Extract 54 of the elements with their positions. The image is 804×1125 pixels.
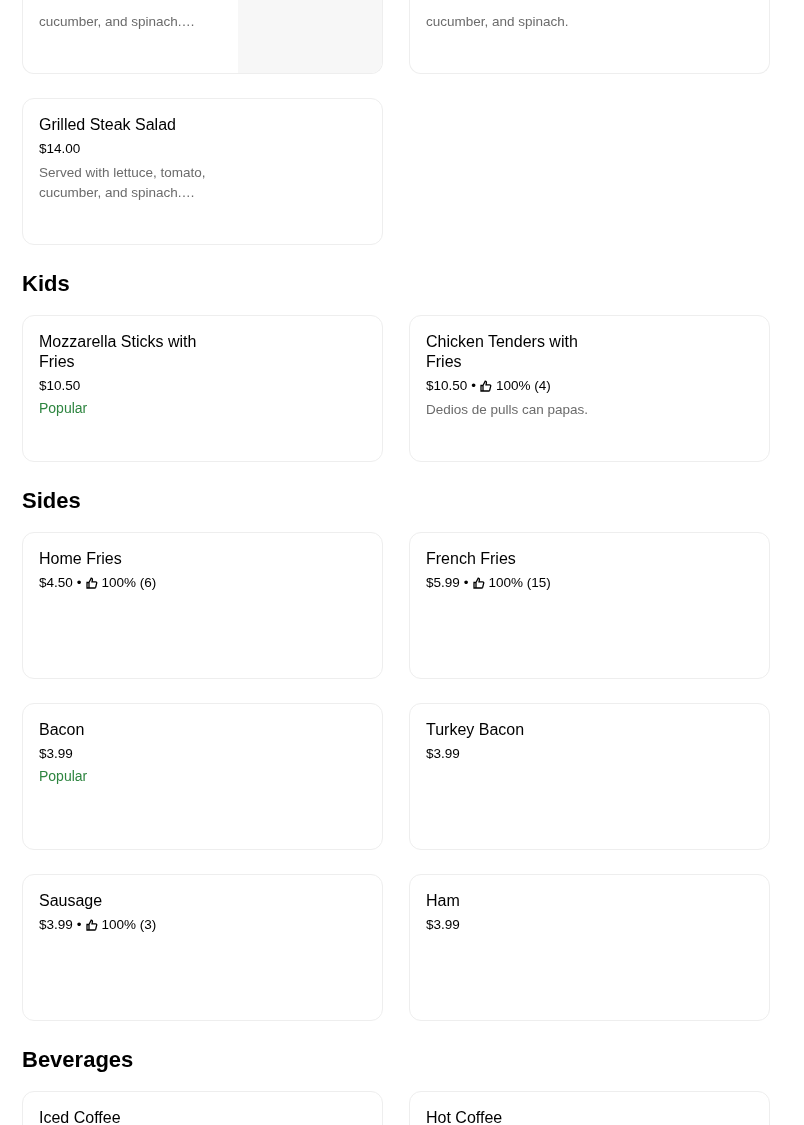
item-price: $4.50 — [39, 574, 73, 592]
separator-dot: • — [471, 377, 477, 395]
item-description: Served with lettuce, tomato, cucumber, and spinach.… — [39, 164, 207, 202]
section-heading: Kids — [22, 271, 71, 297]
item-name: Sausage — [39, 891, 103, 911]
popular-tag: Popular — [39, 766, 88, 786]
item-rating: 100% (3) — [101, 916, 157, 934]
menu-item-card[interactable]: Bacon $3.99 Popular — [22, 703, 383, 850]
item-name: Grilled Steak Salad — [39, 115, 176, 135]
item-price: $3.99 — [39, 745, 73, 763]
item-price: $10.50 — [39, 377, 81, 395]
thumbs-up-icon — [480, 380, 493, 392]
menu-item-card[interactable]: French Fries $5.99 • 100% (15) — [409, 532, 770, 679]
separator-dot: • — [76, 916, 82, 934]
item-name: French Fries — [426, 549, 516, 569]
item-rating: 100% (4) — [496, 377, 551, 395]
item-rating: 100% (15) — [488, 574, 551, 592]
item-price: $14.00 — [39, 140, 81, 158]
item-name: Mozzarella Sticks with Fries — [39, 332, 198, 372]
item-name: Home Fries — [39, 549, 122, 569]
menu-item-card[interactable]: Iced Coffee — [22, 1091, 383, 1125]
item-name: Iced Coffee — [39, 1108, 121, 1125]
menu-item-card[interactable]: Turkey Bacon $3.99 — [409, 703, 770, 850]
menu-item-card[interactable]: Mozzarella Sticks with Fries $10.50 Popular — [22, 315, 383, 462]
item-price: $5.99 — [426, 574, 460, 592]
separator-dot: • — [463, 574, 469, 592]
menu-item-card[interactable]: cucumber, and spinach.… — [22, 0, 383, 74]
item-name: Hot Coffee — [426, 1108, 503, 1125]
menu-item-card[interactable]: Chicken Tenders with Fries $10.50 • 100% (4) Dedios de pulls can papas. — [409, 315, 770, 462]
item-price: $10.50 — [426, 377, 468, 395]
item-rating: 100% (6) — [101, 574, 157, 592]
menu-item-card[interactable]: Home Fries $4.50 • 100% (6) — [22, 532, 383, 679]
thumbs-up-icon — [85, 919, 98, 931]
item-description: Dedios de pulls can papas. — [426, 401, 589, 419]
item-name: Bacon — [39, 720, 85, 740]
separator-dot: • — [76, 574, 82, 592]
popular-tag: Popular — [39, 398, 88, 418]
item-price: $3.99 — [426, 745, 460, 763]
item-name: Ham — [426, 891, 460, 911]
thumbs-up-icon — [472, 577, 485, 589]
item-name: Turkey Bacon — [426, 720, 525, 740]
section-heading: Beverages — [22, 1047, 135, 1073]
menu-item-card[interactable]: Sausage $3.99 • 100% (3) — [22, 874, 383, 1021]
menu-item-card[interactable]: Ham $3.99 — [409, 874, 770, 1021]
section-heading: Sides — [22, 488, 82, 514]
item-description: cucumber, and spinach. — [426, 13, 569, 31]
menu-item-card[interactable]: Hot Coffee — [409, 1091, 770, 1125]
item-name: Chicken Tenders with Fries — [426, 332, 579, 372]
thumbs-up-icon — [85, 577, 98, 589]
item-price: $3.99 — [426, 916, 460, 934]
item-description: cucumber, and spinach.… — [39, 13, 196, 31]
menu-item-card[interactable]: Grilled Steak Salad $14.00 Served with lettuce, tomato, cucumber, and spinach.… — [22, 98, 383, 245]
item-price: $3.99 — [39, 916, 73, 934]
menu-item-card[interactable]: cucumber, and spinach. — [409, 0, 770, 74]
